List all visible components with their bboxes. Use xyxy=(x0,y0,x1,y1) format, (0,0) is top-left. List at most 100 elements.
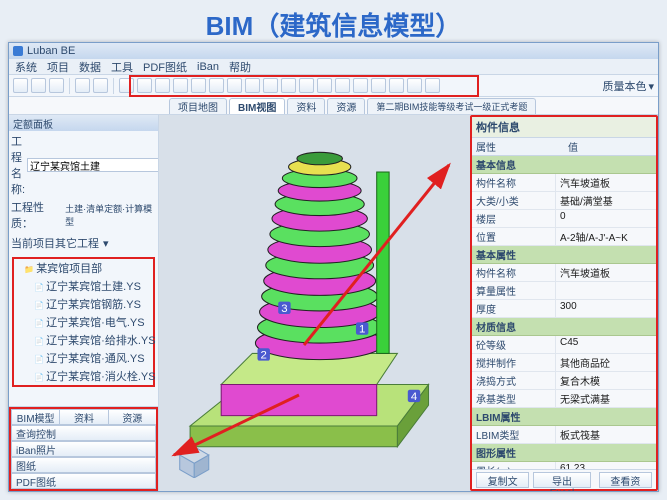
toolbar-button[interactable] xyxy=(137,78,152,93)
prop-row[interactable]: 位置A-2轴/A-J'-A~K xyxy=(472,228,656,246)
tree-item[interactable]: 辽宁某宾馆钢筋.YS xyxy=(14,295,153,313)
nav-resource[interactable]: 资源 xyxy=(108,409,156,425)
toolbar-button[interactable] xyxy=(353,78,368,93)
prop-key: 厚度 xyxy=(472,300,556,317)
export-excel-button[interactable]: 导出Excel xyxy=(533,472,591,488)
project-name-input[interactable] xyxy=(27,158,158,172)
view-material-button[interactable]: 查看资料 xyxy=(599,472,652,488)
toolbar-button[interactable] xyxy=(299,78,314,93)
quality-label[interactable]: 质量本色▾ xyxy=(602,75,654,97)
prop-value: 复合木模 xyxy=(556,372,656,389)
toolbar-button[interactable] xyxy=(155,78,170,93)
prop-value: 无梁式满基 xyxy=(556,390,656,407)
tree-item[interactable]: 辽宁某宾馆·消火栓.YS xyxy=(14,367,153,385)
prop-row[interactable]: 厚度300 xyxy=(472,300,656,318)
prop-row[interactable]: 承基类型无梁式满基 xyxy=(472,390,656,408)
toolbar-button[interactable] xyxy=(13,78,28,93)
toolbar-button[interactable] xyxy=(425,78,440,93)
tree-item[interactable]: 辽宁某宾馆·给排水.YS xyxy=(14,331,153,349)
document-tabbar: 项目地图 BIM视图 资料 资源 第二期BIM技能等级考试一级正式考题 xyxy=(9,97,658,115)
prop-key: LBIM类型 xyxy=(472,426,556,443)
menu-data[interactable]: 数据 xyxy=(79,59,101,75)
toolbar-button[interactable] xyxy=(335,78,350,93)
prop-row[interactable]: 浇捣方式复合木模 xyxy=(472,372,656,390)
toolbar-button[interactable] xyxy=(245,78,260,93)
property-list[interactable]: 基本信息构件名称汽车坡道板大类/小类基础/满堂基楼层0位置A-2轴/A-J'-A… xyxy=(472,156,656,469)
prop-value: 其他商品砼 xyxy=(556,354,656,371)
svg-text:3: 3 xyxy=(281,303,287,315)
tree-item[interactable]: 辽宁某宾馆土建.YS xyxy=(14,277,153,295)
prop-row[interactable]: 构件名称汽车坡道板 xyxy=(472,264,656,282)
project-tree[interactable]: 某宾馆项目部 辽宁某宾馆土建.YS 辽宁某宾馆钢筋.YS 辽宁某宾馆·电气.YS… xyxy=(11,253,156,391)
prop-group-header[interactable]: 基本信息 xyxy=(472,156,656,174)
tab-exam[interactable]: 第二期BIM技能等级考试一级正式考题 xyxy=(367,98,536,114)
prop-row[interactable]: 砼等级C45 xyxy=(472,336,656,354)
prop-row[interactable]: 周长(m)61.23 xyxy=(472,462,656,469)
prop-row[interactable]: 大类/小类基础/满堂基 xyxy=(472,192,656,210)
tree-root[interactable]: 某宾馆项目部 xyxy=(14,259,153,277)
tree-item[interactable]: 辽宁某宾馆·电气.YS xyxy=(14,313,153,331)
toolbar: 质量本色▾ xyxy=(9,75,658,97)
nav-query[interactable]: 查询控制 xyxy=(11,425,156,441)
toolbar-button[interactable] xyxy=(75,78,90,93)
prop-row[interactable]: 楼层0 xyxy=(472,210,656,228)
prop-row[interactable]: 构件名称汽车坡道板 xyxy=(472,174,656,192)
prop-key: 搅拌制作 xyxy=(472,354,556,371)
toolbar-button[interactable] xyxy=(209,78,224,93)
prop-value: 基础/满堂基 xyxy=(556,192,656,209)
app-window: Luban BE 系统 项目 数据 工具 PDF图纸 iBan 帮助 xyxy=(8,42,659,492)
tab-material[interactable]: 资料 xyxy=(287,98,325,114)
menu-tools[interactable]: 工具 xyxy=(111,59,133,75)
prop-key: 承基类型 xyxy=(472,390,556,407)
menu-project[interactable]: 项目 xyxy=(47,59,69,75)
menu-iban[interactable]: iBan xyxy=(197,61,219,73)
prop-key: 大类/小类 xyxy=(472,192,556,209)
prop-group-header[interactable]: LBIM属性 xyxy=(472,408,656,426)
toolbar-button[interactable] xyxy=(31,78,46,93)
menu-help[interactable]: 帮助 xyxy=(229,59,251,75)
prop-value: A-2轴/A-J'-A~K xyxy=(556,228,656,245)
left-bottom-nav: BIM模型 资料 资源 查询控制 iBan照片 图纸 PDF图纸 xyxy=(9,406,158,491)
toolbar-button[interactable] xyxy=(263,78,278,93)
toolbar-button[interactable] xyxy=(173,78,188,93)
prop-row[interactable]: LBIM类型板式筏基 xyxy=(472,426,656,444)
prop-group-header[interactable]: 图形属性 xyxy=(472,444,656,462)
prop-row[interactable]: 搅拌制作其他商品砼 xyxy=(472,354,656,372)
toolbar-button[interactable] xyxy=(93,78,108,93)
copy-text-button[interactable]: 复制文本 xyxy=(476,472,529,488)
toolbar-button[interactable] xyxy=(317,78,332,93)
toolbar-button[interactable] xyxy=(371,78,386,93)
tab-map[interactable]: 项目地图 xyxy=(169,98,227,114)
toolbar-separator xyxy=(69,78,70,94)
toolbar-button[interactable] xyxy=(227,78,242,93)
toolbar-button[interactable] xyxy=(407,78,422,93)
nav-bim-model[interactable]: BIM模型 xyxy=(11,409,59,425)
prop-group-header[interactable]: 材质信息 xyxy=(472,318,656,336)
menu-pdf[interactable]: PDF图纸 xyxy=(143,59,187,75)
toolbar-button[interactable] xyxy=(119,78,134,93)
tree-item[interactable]: 辽宁某宾馆·通风.YS xyxy=(14,349,153,367)
tab-bim-view[interactable]: BIM视图 xyxy=(229,98,285,114)
toolbar-button[interactable] xyxy=(49,78,64,93)
toolbar-button[interactable] xyxy=(389,78,404,93)
prop-group-header[interactable]: 基本属性 xyxy=(472,246,656,264)
prop-key: 砼等级 xyxy=(472,336,556,353)
app-icon xyxy=(13,46,23,56)
tab-resource[interactable]: 资源 xyxy=(327,98,365,114)
svg-text:2: 2 xyxy=(261,350,267,362)
nav-material[interactable]: 资料 xyxy=(59,409,107,425)
prop-row[interactable]: 算量属性 xyxy=(472,282,656,300)
menu-system[interactable]: 系统 xyxy=(15,59,37,75)
toolbar-button[interactable] xyxy=(191,78,206,93)
nav-iban-photo[interactable]: iBan照片 xyxy=(11,441,156,457)
nav-drawings[interactable]: 图纸 xyxy=(11,457,156,473)
bim-3d-viewport[interactable]: 3 2 1 4 xyxy=(159,115,470,491)
left-panel: 定额面板 工程名称: 选择 工程性质： 土建·清单定额·计算模型 当前项目其它工… xyxy=(9,115,159,491)
switch-project-label: 当前项目其它工程 xyxy=(11,235,99,251)
prop-key: 周长(m) xyxy=(472,462,556,469)
prop-key: 构件名称 xyxy=(472,174,556,191)
toolbar-button[interactable] xyxy=(281,78,296,93)
nav-pdf-drawings[interactable]: PDF图纸 xyxy=(11,473,156,489)
menubar: 系统 项目 数据 工具 PDF图纸 iBan 帮助 xyxy=(9,59,658,75)
svg-text:1: 1 xyxy=(359,324,365,336)
